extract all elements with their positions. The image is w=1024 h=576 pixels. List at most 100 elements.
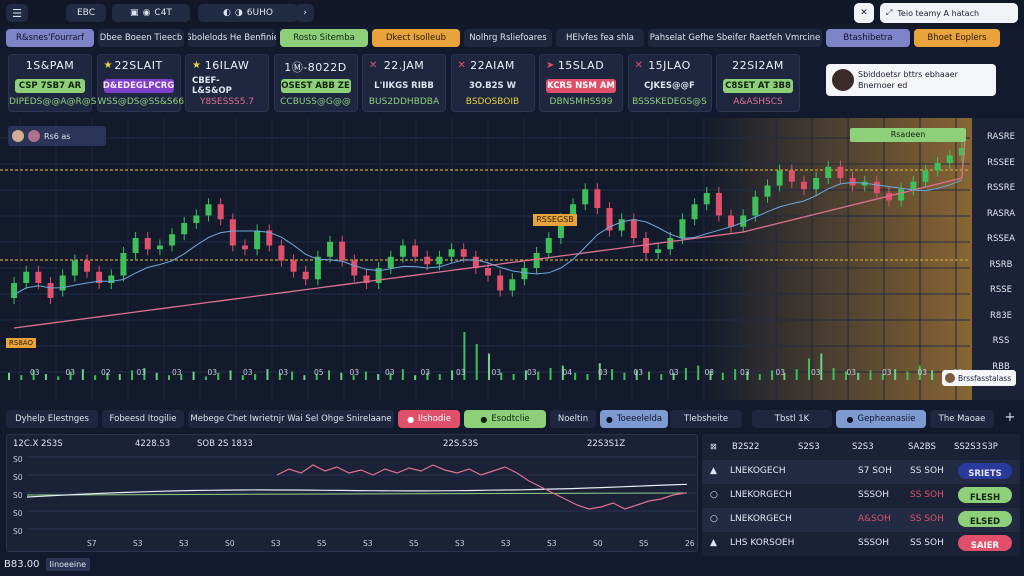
triangle-icon: ▲ (710, 538, 717, 548)
row-action-button[interactable]: SAIER (958, 535, 1012, 551)
comparison-header: 12C.X 2S3S (13, 439, 63, 449)
tab-3[interactable]: Rosto Sitemba (280, 29, 368, 47)
ticker-card[interactable]: 15SLAD ➤ KCRS NSM AM DBNSMHSS99 (539, 54, 623, 112)
comparison-x-label: S3 (501, 539, 511, 548)
candle-body (327, 241, 334, 257)
comparison-header: 4228.S3 (135, 439, 171, 449)
row-action-label: ELSED (969, 517, 1001, 527)
tab-2[interactable]: Gbolelods He Benfinie (188, 29, 276, 47)
price-axis-label: RSSRE (987, 183, 1015, 193)
chevron-icon: › (303, 8, 307, 18)
tab-0[interactable]: R&snes'Fourrarf (6, 29, 94, 47)
bottom-tab-9[interactable]: ● Gepheanasiie (836, 410, 926, 428)
tab-7[interactable]: Pahselat Gefhe Sbeifer Raetfeh Vmrcine (648, 29, 822, 47)
bottom-tab-label: The Maoae (938, 414, 986, 424)
time-axis-label: 03 (917, 368, 928, 377)
comparison-y-label: S0 (13, 509, 23, 518)
chart-symbol-chip[interactable]: Rs6 as (8, 126, 106, 146)
row-action-button[interactable]: ELSED (958, 511, 1012, 527)
menu-button[interactable]: ☰ (6, 4, 28, 22)
bottom-tab-8[interactable]: Tbstl 1K (752, 410, 832, 428)
bottom-right-badge[interactable]: Brssfasstalass (942, 370, 1016, 386)
tab-5[interactable]: Nolhrg Rsliefoares (464, 29, 552, 47)
table-row[interactable]: ▲ LHS KORSOEH SSSOH SS SOH SAIER (702, 532, 1020, 556)
bottom-tab-3[interactable]: ● Ilshodie (398, 410, 460, 428)
ticker-card[interactable]: 22SI2AM C8SET AT 3B8 A&ASHSCS (716, 54, 800, 112)
time-axis-label: 03 (349, 368, 360, 377)
ticker-price: 22SI2AM (732, 59, 784, 72)
time-axis-label: 03 (278, 368, 289, 377)
tab-8[interactable]: Btashibetra (826, 29, 910, 47)
search-input[interactable]: ⤢ Teio teamy A hatach (880, 3, 1018, 23)
bottom-tab-7[interactable]: Tlebsheite (670, 410, 742, 428)
main-price-chart[interactable]: Rs6 as Rsadeen RSSEGSB RS8AO RASRE RSSEE R… (0, 118, 1024, 400)
bottom-tab-5[interactable]: Noeltin (550, 410, 596, 428)
candle-body (703, 193, 710, 205)
close-button[interactable]: ✕ (854, 3, 874, 23)
bottom-tab-1[interactable]: Fobeesd Itogilie (102, 410, 184, 428)
add-tab-button[interactable]: › (296, 4, 314, 22)
candle-body (217, 204, 224, 220)
candle-body (898, 189, 905, 201)
row-action-button[interactable]: FLESH (958, 487, 1012, 503)
bottom-tab-0[interactable]: Dyhelp Elestnges (6, 410, 98, 428)
avatar (28, 130, 40, 142)
candle-body (679, 219, 686, 238)
bottom-tab-6[interactable]: ● Toeeelelda (600, 410, 668, 428)
toolbar-group-c[interactable]: ◐ ◑ 6UHO (198, 4, 298, 22)
candle-body (241, 245, 248, 250)
ebc-button[interactable]: EBC (66, 4, 106, 22)
candle-body (278, 245, 285, 261)
candle-body (339, 241, 346, 261)
time-axis-label: 03 (491, 368, 502, 377)
tab-6[interactable]: HElvfes fea shla (556, 29, 644, 47)
tab-4[interactable]: Dkect Isolleub (372, 29, 460, 47)
tab-9[interactable]: Bhoet Eoplers (914, 29, 1000, 47)
ticker-card[interactable]: 1Ⓜ-8022D OSEST ABB ZE CCBUSS@G@@ (273, 54, 358, 112)
table-row[interactable]: ○ LNEKORGECH SSSOH SS SOH FLESH (702, 484, 1020, 508)
ticker-card[interactable]: 16ILAW ★ CBEF- L&S&OP Y8SESSS5.7 (185, 54, 269, 112)
ticker-card[interactable]: 22.JAM ✕ L'IIKGS RIBB BUS2DDHBDBA (362, 54, 446, 112)
toolbar-group-b[interactable]: ▣ ◉ C4T (112, 4, 190, 22)
ticker-change: CBEF- L&S&OP (192, 76, 232, 96)
table-row[interactable]: ▲ LNEKOGECH S7 SOH SS SOH SRIETS (702, 460, 1020, 484)
table-header-cell: SS2S3 (954, 442, 982, 452)
ticker-card[interactable]: 15JLAO ✕ CJKES@@F BSSSKEDEGS@S (627, 54, 712, 112)
bottom-tab-label: Gepheanasiie (857, 414, 916, 424)
ticker-card[interactable]: 22AIAM ✕ 3O.B2S W BSDOSBOIB (450, 54, 535, 112)
ticker-volume: DBNSMHSS99 (549, 97, 613, 107)
candle-body (837, 166, 844, 178)
triangle-icon: ▲ (710, 466, 717, 476)
price-axis-label: RASRE (986, 132, 1016, 142)
tab-dot-icon: ● (480, 414, 488, 424)
comparison-x-label: S3 (271, 539, 281, 548)
ticker-card[interactable]: 1S&PAM CSP 7SB7 AR DIPEDS@@A@R@S (8, 54, 96, 112)
candle-body (254, 230, 261, 250)
candle-body (460, 249, 467, 257)
expand-icon: ⤢ (886, 8, 893, 17)
comparison-x-label: 26 (685, 539, 695, 548)
left-price-tag: RS8AO (6, 338, 36, 348)
price-axis-label: RSSEE (987, 157, 1015, 168)
bottom-tab-4[interactable]: ● Esodtclie (464, 410, 546, 428)
ticker-card[interactable]: 22SLAIT ★ D&EDEGLPCRG WSS@DS@SS&S66 (96, 54, 184, 112)
comparison-x-label: S5 (639, 539, 649, 548)
candle-body (448, 249, 455, 257)
add-panel-button[interactable]: + (1000, 410, 1020, 428)
candle-body (120, 253, 127, 276)
price-label-top: Rsadeen (850, 128, 966, 142)
bottom-tab-2[interactable]: Mebege Chet Iwrietnjr Wai Sel Ohge Snire… (188, 410, 394, 428)
bottom-tab-label: Tlebsheite (683, 414, 729, 424)
candle-body (132, 238, 139, 253)
candle-body (144, 238, 151, 250)
table-row[interactable]: ○ LNEKORGECH A&SOH SS SOH ELSED (702, 508, 1020, 532)
time-axis-label: 03 (385, 368, 395, 377)
tab-1[interactable]: Dbee Boeen Tieecb (98, 29, 184, 47)
comparison-chart[interactable]: 12C.X 2S3S 4228.S3 SOB 2S 1833 22S.S3S 22S3S… (6, 434, 698, 552)
row-value-2: SS SOH (910, 466, 944, 476)
bottom-tab-10[interactable]: The Maoae (930, 410, 994, 428)
candlestick-chart (0, 118, 972, 400)
tab-label: Nolhrg Rsliefoares (469, 33, 547, 43)
notification-popup[interactable]: Sbiddoetsr bttrs ebhaaer Bnernoer ed (826, 64, 996, 96)
row-action-button[interactable]: SRIETS (958, 463, 1012, 479)
